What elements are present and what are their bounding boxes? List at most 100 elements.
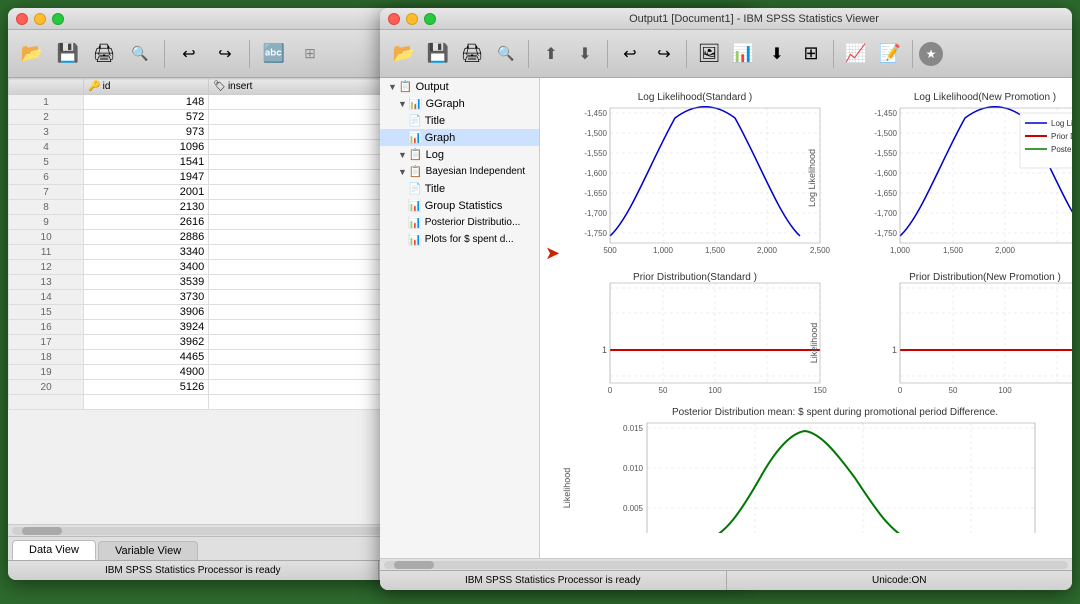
tb-redo[interactable]: ↪ xyxy=(648,38,680,70)
id-cell: 1541 xyxy=(84,155,209,170)
tb-sep3 xyxy=(686,40,687,68)
traffic-lights xyxy=(16,13,64,25)
nav-graph[interactable]: 📊 Graph xyxy=(380,129,539,146)
output-scrollbar-track xyxy=(384,561,1068,569)
output-scrollbar-h[interactable] xyxy=(380,558,1072,570)
nav-ggraph[interactable]: ▼ 📊 GGraph xyxy=(380,95,539,112)
tb-script[interactable]: 📝 xyxy=(874,38,906,70)
tb-sep4 xyxy=(833,40,834,68)
tab-variable-view[interactable]: Variable View xyxy=(98,541,198,560)
output-processor-status: IBM SPSS Statistics Processor is ready xyxy=(380,571,727,590)
nav-panel[interactable]: ▼ 📋 Output ▼ 📊 GGraph 📄 Title 📊 Graph ▼ … xyxy=(380,78,540,558)
svg-text:50: 50 xyxy=(949,386,958,395)
tb-special[interactable]: ★ xyxy=(919,42,943,66)
undo-button[interactable]: ↩ xyxy=(173,38,205,70)
output-maximize-button[interactable] xyxy=(424,13,436,25)
minimize-button[interactable] xyxy=(34,13,46,25)
nav-log[interactable]: ▼ 📋 Log xyxy=(380,146,539,163)
nav-title[interactable]: 📄 Title xyxy=(380,112,539,129)
svg-text:0.015: 0.015 xyxy=(623,424,644,433)
id-cell: 3924 xyxy=(84,320,209,335)
nav-bi-title[interactable]: 📄 Title xyxy=(380,180,539,197)
id-cell: 2001 xyxy=(84,185,209,200)
find-button[interactable]: 🔍 xyxy=(124,38,156,70)
tb-export[interactable]: ⬆ xyxy=(535,38,567,70)
svg-text:500: 500 xyxy=(603,246,617,255)
output-minimize-button[interactable] xyxy=(406,13,418,25)
print-button[interactable]: 🖨 xyxy=(88,38,120,70)
svg-text:Log Likelihood(Standard ): Log Likelihood(Standard ) xyxy=(638,92,753,103)
row-num-header xyxy=(9,79,84,95)
row-num: 12 xyxy=(9,260,84,275)
tb-save[interactable]: 💾 xyxy=(422,38,454,70)
id-cell: 3730 xyxy=(84,290,209,305)
output-scrollbar-thumb[interactable] xyxy=(394,561,434,569)
nav-arrow-ggraph: ▼ xyxy=(398,99,407,109)
nav-group-stats[interactable]: 📊 Group Statistics xyxy=(380,197,539,214)
id-cell xyxy=(84,395,209,410)
insert-case-button[interactable]: ⊞ xyxy=(294,38,326,70)
id-cell: 2886 xyxy=(84,230,209,245)
tb-print[interactable]: 🖨 xyxy=(456,38,488,70)
tb-chart[interactable]: 📈 xyxy=(840,38,872,70)
maximize-button[interactable] xyxy=(52,13,64,25)
redo-button[interactable]: ↪ xyxy=(209,38,241,70)
nav-output-label: Output xyxy=(416,81,449,93)
nav-output[interactable]: ▼ 📋 Output xyxy=(380,78,539,95)
output-close-button[interactable] xyxy=(388,13,400,25)
row-num: 1 xyxy=(9,95,84,110)
row-num: 11 xyxy=(9,245,84,260)
svg-text:0: 0 xyxy=(898,386,903,395)
tb-open[interactable]: 📂 xyxy=(388,38,420,70)
svg-text:Likelihood: Likelihood xyxy=(562,468,572,509)
row-num: 17 xyxy=(9,335,84,350)
svg-text:2,500: 2,500 xyxy=(810,246,831,255)
tb-sep2 xyxy=(607,40,608,68)
svg-text:Prior Distribution(New Promoti: Prior Distribution(New Promotion ) xyxy=(909,272,1061,283)
tab-data-view[interactable]: Data View xyxy=(12,540,96,560)
close-button[interactable] xyxy=(16,13,28,25)
nav-ggraph-label: GGraph xyxy=(426,98,465,110)
open-button[interactable]: 📂 xyxy=(16,38,48,70)
id-cell: 3962 xyxy=(84,335,209,350)
nav-log-label: Log xyxy=(426,149,444,161)
nav-plots-label: Plots for $ spent d... xyxy=(425,234,514,245)
nav-plots[interactable]: 📊 Plots for $ spent d... xyxy=(380,231,539,248)
svg-text:-1,700: -1,700 xyxy=(584,209,607,218)
row-num: 7 xyxy=(9,185,84,200)
row-num: 14 xyxy=(9,290,84,305)
id-header[interactable]: 🔑 id xyxy=(84,79,209,95)
scrollbar-thumb[interactable] xyxy=(22,527,62,535)
tb-find[interactable]: 🔍 xyxy=(490,38,522,70)
tb-grid[interactable]: ⊞ xyxy=(795,38,827,70)
svg-text:0.005: 0.005 xyxy=(623,504,644,513)
svg-text:-1,550: -1,550 xyxy=(584,149,607,158)
var-button[interactable]: 🔤 xyxy=(258,38,290,70)
id-cell: 2616 xyxy=(84,215,209,230)
tb-down[interactable]: ⬇ xyxy=(761,38,793,70)
id-cell: 148 xyxy=(84,95,209,110)
row-num: 19 xyxy=(9,365,84,380)
toolbar-sep-2 xyxy=(249,40,250,68)
charts-area[interactable]: ➤ Log Likelihood(Standard ) Log Likeliho… xyxy=(540,78,1072,558)
svg-text:-1,700: -1,700 xyxy=(874,209,897,218)
tb-pic1[interactable]: 🖼 xyxy=(693,38,725,70)
svg-text:2,000: 2,000 xyxy=(995,246,1016,255)
save-button[interactable]: 💾 xyxy=(52,38,84,70)
output-title-bar: Output1 [Document1] - IBM SPSS Statistic… xyxy=(380,8,1072,30)
output-encoding-status: Unicode:ON xyxy=(727,571,1073,590)
svg-text:-1,600: -1,600 xyxy=(584,169,607,178)
nav-title-label: Title xyxy=(425,115,445,127)
output-window-title: Output1 [Document1] - IBM SPSS Statistic… xyxy=(444,13,1064,25)
svg-text:1,500: 1,500 xyxy=(943,246,964,255)
processor-status: IBM SPSS Statistics Processor is ready xyxy=(8,561,379,580)
tb-import[interactable]: ⬇ xyxy=(569,38,601,70)
toolbar-sep-1 xyxy=(164,40,165,68)
svg-text:-1,450: -1,450 xyxy=(584,109,607,118)
nav-posterior-dist[interactable]: 📊 Posterior Distributio... xyxy=(380,214,539,231)
svg-text:1,000: 1,000 xyxy=(653,246,674,255)
nav-bayesian-label: Bayesian Independent xyxy=(426,166,526,177)
tb-undo[interactable]: ↩ xyxy=(614,38,646,70)
tb-pic2[interactable]: 📊 xyxy=(727,38,759,70)
nav-bayesian[interactable]: ▼ 📋 Bayesian Independent xyxy=(380,163,539,180)
